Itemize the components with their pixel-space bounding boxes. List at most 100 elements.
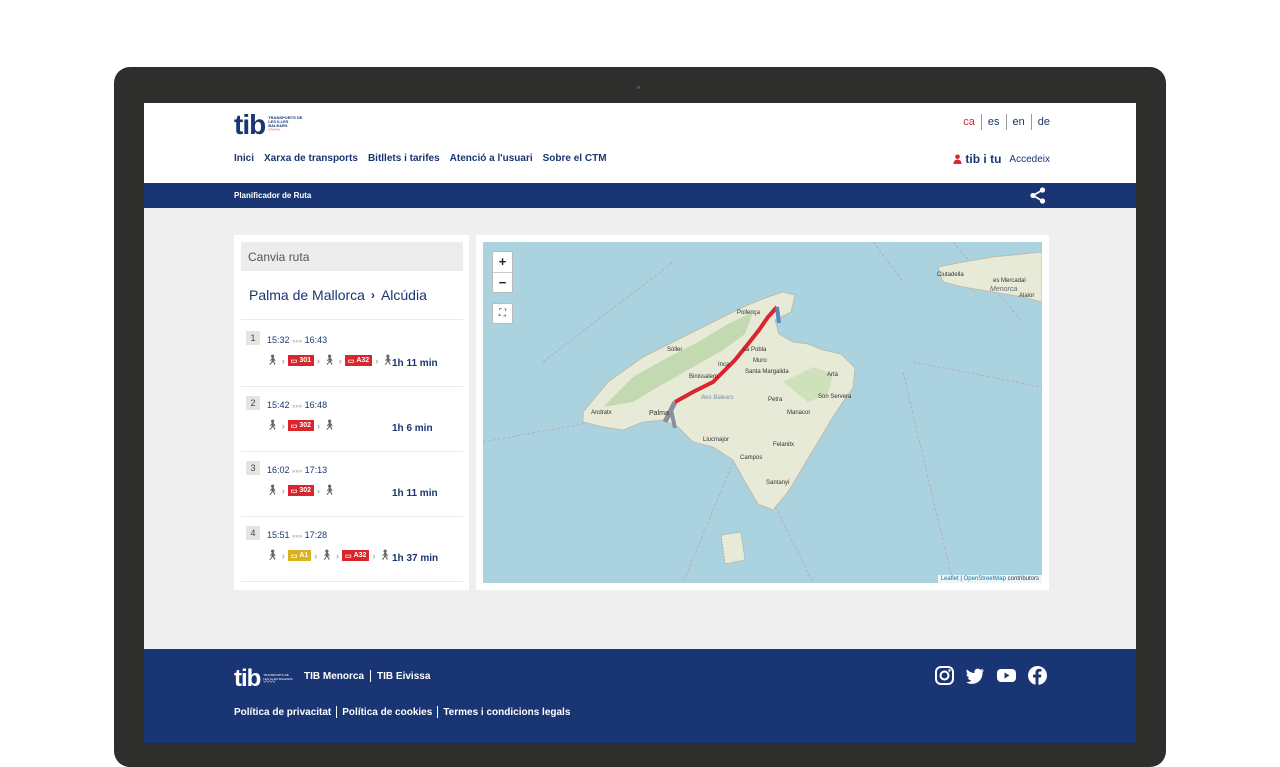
map-label: Alaior <box>1019 293 1035 299</box>
trip-option[interactable]: 4 15:51 »»» 17:28 🚶︎ › ▭ A1 › 🚶︎ › ▭ A32 › 🚶︎ … <box>246 526 456 576</box>
zoom-in-button[interactable]: + <box>493 252 512 272</box>
map-label: Llucmajor <box>703 437 730 443</box>
lang-ca[interactable]: ca <box>963 116 975 128</box>
trip-duration: 1h 11 min <box>392 358 438 369</box>
planner-title: Planificador de Ruta <box>234 191 312 200</box>
chevron-right-icon: › <box>335 550 339 561</box>
site-footer: tib TRANSPORTS DE LES ILLES BALEARS 〰〰 T… <box>144 649 1136 743</box>
chevron-right-icon: › <box>281 485 285 496</box>
route-map[interactable]: + − ⛶ Ciutadella es Mercadal Menorca Ala… <box>483 242 1042 583</box>
twitter-icon[interactable] <box>965 665 986 686</box>
bus-line: 302 <box>299 487 312 494</box>
bus-line: A32 <box>353 552 367 559</box>
walk-icon: 🚶︎ <box>323 355 336 366</box>
fullscreen-icon[interactable]: ⛶ <box>492 303 513 324</box>
privacy-policy-link[interactable]: Política de privacitat <box>234 707 331 718</box>
depart-time: 16:02 <box>267 465 290 475</box>
bus-badge: ▭ 301 <box>287 355 315 366</box>
map-label: Andratx <box>591 410 612 416</box>
logo-wordmark: tib <box>234 109 266 140</box>
user-links: tib i tu Accedeix <box>953 152 1050 166</box>
chevron-right-icon: › <box>317 355 321 366</box>
divider <box>980 114 982 130</box>
divider <box>437 706 439 718</box>
nav-bitllets[interactable]: Bitllets i tarifes <box>368 153 440 164</box>
osm-link[interactable]: OpenStreetMap <box>964 576 1006 582</box>
logo-subtitle: TRANSPORTS DE LES ILLES BALEARS <box>268 115 303 128</box>
map-label: Illes Balears <box>701 395 734 401</box>
chevron-right-icon: › <box>372 550 376 561</box>
leaflet-link[interactable]: Leaflet <box>941 576 959 582</box>
planner-bar: Planificador de Ruta <box>144 183 1136 208</box>
lang-de[interactable]: de <box>1038 116 1050 128</box>
map-label: Petra <box>768 397 783 403</box>
chevron-right-icon: › <box>281 420 285 431</box>
legal-links: Política de privacitat Política de cooki… <box>234 706 570 718</box>
login-link[interactable]: Accedeix <box>1009 154 1050 165</box>
lang-es[interactable]: es <box>988 116 1000 128</box>
zoom-out-button[interactable]: − <box>493 272 512 292</box>
walk-icon: 🚶︎ <box>266 550 279 561</box>
route-results-panel: Canvia ruta Palma de Mallorca › Alcúdia … <box>234 235 469 590</box>
laptop-frame: tib TRANSPORTS DE LES ILLES BALEARS 〰〰 c… <box>114 67 1166 767</box>
map-label: Pollença <box>737 310 761 316</box>
map-label: Manacor <box>787 410 811 416</box>
chevron-right-icon: › <box>281 550 285 561</box>
nav-sobre[interactable]: Sobre el CTM <box>543 153 607 164</box>
map-label: Muro <box>753 358 767 364</box>
footer-logo[interactable]: tib TRANSPORTS DE LES ILLES BALEARS 〰〰 <box>234 665 293 693</box>
nav-inici[interactable]: Inici <box>234 153 254 164</box>
nav-xarxa[interactable]: Xarxa de transports <box>264 153 358 164</box>
destination-label: Alcúdia <box>380 287 427 303</box>
chevron-right-icon: › <box>317 485 321 496</box>
trip-option[interactable]: 3 16:02 »»» 17:13 🚶︎ › ▭ 302 › 🚶︎ 1h 11 min <box>246 461 456 511</box>
walk-icon: 🚶︎ <box>323 485 336 496</box>
tib-i-tu-label: tib i tu <box>965 152 1002 166</box>
nav-atencio[interactable]: Atenció a l'usuari <box>450 153 533 164</box>
trip-times: 15:32 »»» 16:43 <box>267 335 327 345</box>
depart-time: 15:51 <box>267 530 290 540</box>
youtube-icon[interactable] <box>996 665 1017 686</box>
route-heading: Palma de Mallorca › Alcúdia <box>249 287 427 303</box>
bus-badge: ▭ A32 <box>341 550 370 561</box>
divider <box>241 386 463 387</box>
walk-icon: 🚶︎ <box>378 550 392 561</box>
tib-eivissa-link[interactable]: TIB Eivissa <box>377 671 430 682</box>
map-label: Artà <box>827 372 839 378</box>
trip-times: 15:51 »»» 17:28 <box>267 530 327 540</box>
arrow-icon: »»» <box>292 534 303 540</box>
walk-icon: 🚶︎ <box>266 420 279 431</box>
cookies-policy-link[interactable]: Política de cookies <box>342 707 432 718</box>
tib-i-tu-link[interactable]: tib i tu <box>953 152 1001 166</box>
arrive-time: 17:28 <box>304 530 328 540</box>
instagram-icon[interactable] <box>934 665 955 686</box>
share-icon[interactable] <box>1030 187 1046 209</box>
tib-logo[interactable]: tib TRANSPORTS DE LES ILLES BALEARS 〰〰 <box>234 109 304 141</box>
walk-icon: 🚶︎ <box>323 420 336 431</box>
depart-time: 15:32 <box>267 335 290 345</box>
map-canvas <box>483 242 1042 583</box>
terms-link[interactable]: Termes i condicions legals <box>443 707 570 718</box>
lang-en[interactable]: en <box>1013 116 1025 128</box>
trip-legs: 🚶︎ › ▭ 301 › 🚶︎ › ▭ A32 › 🚶︎ <box>266 355 394 366</box>
trip-option[interactable]: 2 15:42 »»» 16:48 🚶︎ › ▭ 302 › 🚶︎ 1h 6 min <box>246 396 456 446</box>
logo-subtitle-block: TRANSPORTS DE LES ILLES BALEARS 〰〰 <box>268 115 304 135</box>
arrive-time: 16:48 <box>304 400 328 410</box>
divider <box>241 451 463 452</box>
facebook-icon[interactable] <box>1027 665 1048 686</box>
tib-menorca-link[interactable]: TIB Menorca <box>304 671 364 682</box>
arrow-icon: »»» <box>292 404 303 410</box>
trip-legs: 🚶︎ › ▭ A1 › 🚶︎ › ▭ A32 › 🚶︎ <box>266 550 391 561</box>
trip-number: 3 <box>246 461 260 475</box>
bus-line: 301 <box>299 357 312 364</box>
map-label: Sóller <box>667 347 683 353</box>
map-label: es Mercadal <box>993 278 1026 284</box>
trip-times: 15:42 »»» 16:48 <box>267 400 327 410</box>
trip-option[interactable]: 1 15:32 »»» 16:43 🚶︎ › ▭ 301 › 🚶︎ › ▭ A32 › 🚶︎… <box>246 331 456 381</box>
map-attribution: Leaflet | OpenStreetMap contributors <box>937 575 1042 583</box>
trip-number: 2 <box>246 396 260 410</box>
attribution-suffix: contributors <box>1007 576 1039 582</box>
footer-island-links: TIB Menorca TIB Eivissa <box>304 670 430 682</box>
change-route-button[interactable]: Canvia ruta <box>241 242 463 271</box>
divider <box>241 319 463 320</box>
